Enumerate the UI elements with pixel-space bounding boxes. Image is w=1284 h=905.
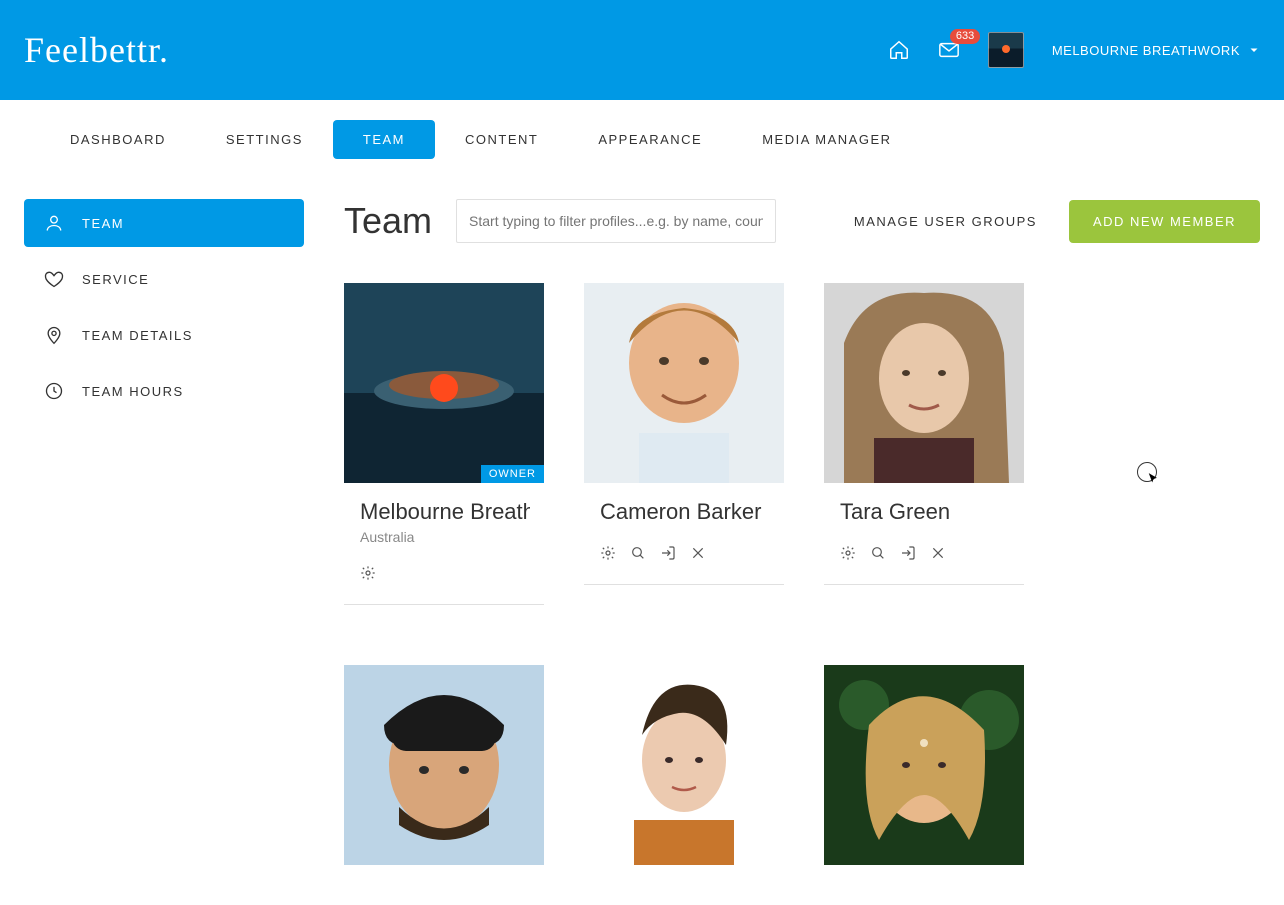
- notifications-badge: 633: [950, 29, 980, 44]
- add-new-member-button[interactable]: ADD NEW MEMBER: [1069, 200, 1260, 243]
- filter-input[interactable]: [456, 199, 776, 243]
- account-picker[interactable]: MELBOURNE BREATHWORK: [1052, 43, 1260, 58]
- team-card-image: [824, 283, 1024, 483]
- card-login-as-button[interactable]: [660, 545, 676, 566]
- manage-user-groups-button[interactable]: MANAGE USER GROUPS: [846, 202, 1045, 241]
- team-card-image: [584, 283, 784, 483]
- heart-icon: [44, 269, 64, 289]
- team-card[interactable]: [824, 665, 1024, 865]
- sidebar-item-team-details[interactable]: TEAM DETAILS: [24, 311, 304, 359]
- sidebar-item-label: TEAM HOURS: [82, 384, 184, 399]
- home-button[interactable]: [888, 39, 910, 61]
- card-view-button[interactable]: [630, 545, 646, 566]
- team-card-name: Cameron Barker: [600, 499, 770, 525]
- card-divider: [584, 584, 784, 585]
- nav-content[interactable]: CONTENT: [435, 120, 568, 159]
- search-icon: [870, 545, 886, 561]
- subnav: DASHBOARD SETTINGS TEAM CONTENT APPEARAN…: [0, 100, 1284, 159]
- close-icon: [690, 545, 706, 561]
- pin-icon: [44, 325, 64, 345]
- owner-badge: OWNER: [481, 465, 544, 483]
- team-card-image: [344, 665, 544, 865]
- card-settings-button[interactable]: [840, 545, 856, 566]
- page-title: Team: [344, 200, 432, 242]
- home-icon: [888, 39, 910, 61]
- chevron-down-icon: [1248, 44, 1260, 56]
- team-card[interactable]: OWNER Melbourne Breathwork Australia: [344, 283, 544, 605]
- sidebar-item-team[interactable]: TEAM: [24, 199, 304, 247]
- team-card-name: Tara Green: [840, 499, 1010, 525]
- card-settings-button[interactable]: [360, 565, 376, 586]
- main-header: Team MANAGE USER GROUPS ADD NEW MEMBER: [344, 199, 1260, 243]
- team-card-image: [584, 665, 784, 865]
- messages-button[interactable]: 633: [938, 39, 960, 61]
- team-card[interactable]: [584, 665, 784, 865]
- nav-team[interactable]: TEAM: [333, 120, 435, 159]
- card-divider: [824, 584, 1024, 585]
- sidebar-item-team-hours[interactable]: TEAM HOURS: [24, 367, 304, 415]
- sidebar-item-label: SERVICE: [82, 272, 149, 287]
- account-avatar[interactable]: [988, 32, 1024, 68]
- sidebar-item-label: TEAM: [82, 216, 124, 231]
- search-icon: [630, 545, 646, 561]
- nav-appearance[interactable]: APPEARANCE: [568, 120, 732, 159]
- team-card-name: Melbourne Breathwork: [360, 499, 530, 525]
- team-card-image: OWNER: [344, 283, 544, 483]
- nav-settings[interactable]: SETTINGS: [196, 120, 333, 159]
- team-card[interactable]: Tara Green: [824, 283, 1024, 605]
- card-remove-button[interactable]: [690, 545, 706, 566]
- gear-icon: [600, 545, 616, 561]
- card-settings-button[interactable]: [600, 545, 616, 566]
- topbar: Feelbettr 633 MELBOURNE BREATHWORK: [0, 0, 1284, 100]
- team-card-image: [824, 665, 1024, 865]
- team-grid: OWNER Melbourne Breathwork Australia: [344, 283, 1260, 865]
- nav-media-manager[interactable]: MEDIA MANAGER: [732, 120, 921, 159]
- card-view-button[interactable]: [870, 545, 886, 566]
- close-icon: [930, 545, 946, 561]
- gear-icon: [840, 545, 856, 561]
- clock-icon: [44, 381, 64, 401]
- sidebar-item-label: TEAM DETAILS: [82, 328, 193, 343]
- brand-logo: Feelbettr: [24, 29, 169, 71]
- sidebar-item-service[interactable]: SERVICE: [24, 255, 304, 303]
- sidebar: TEAM SERVICE TEAM DETAILS TEAM HOURS: [24, 199, 304, 415]
- team-card[interactable]: [344, 665, 544, 865]
- card-remove-button[interactable]: [930, 545, 946, 566]
- main: Team MANAGE USER GROUPS ADD NEW MEMBER O…: [344, 199, 1260, 865]
- login-icon: [900, 545, 916, 561]
- person-icon: [44, 213, 64, 233]
- gear-icon: [360, 565, 376, 581]
- login-icon: [660, 545, 676, 561]
- account-name: MELBOURNE BREATHWORK: [1052, 43, 1240, 58]
- card-login-as-button[interactable]: [900, 545, 916, 566]
- team-card[interactable]: Cameron Barker: [584, 283, 784, 605]
- nav-dashboard[interactable]: DASHBOARD: [40, 120, 196, 159]
- team-card-subtitle: Australia: [360, 529, 544, 545]
- card-divider: [344, 604, 544, 605]
